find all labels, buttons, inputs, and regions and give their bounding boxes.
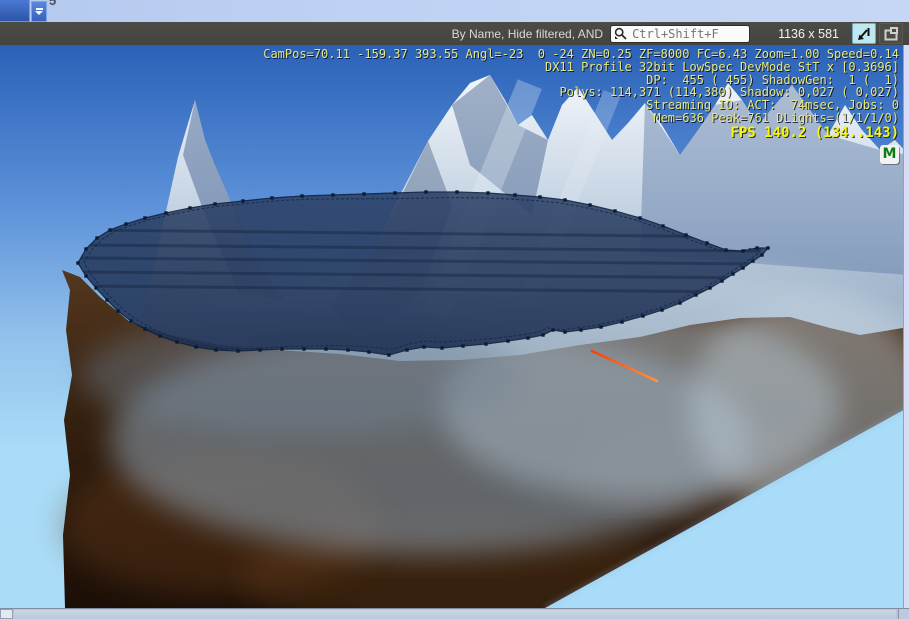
viewport-3d-scene[interactable] <box>0 45 909 608</box>
maximize-viewport-button[interactable] <box>852 23 876 44</box>
toolbar-overflow-button[interactable] <box>31 1 47 22</box>
search-input[interactable] <box>630 25 747 42</box>
top-strip: 5 <box>0 0 909 22</box>
viewport-resolution: 1136 x 581 <box>778 26 839 41</box>
search-icon <box>614 27 627 40</box>
toolbar-fragment <box>0 0 30 22</box>
scrollbar-corner <box>898 609 909 619</box>
scrollbar-thumb[interactable] <box>14 610 896 619</box>
horizontal-scrollbar[interactable] <box>0 608 909 619</box>
editor-window: 5 By Name, Hide filtered, AND 1136 x 581 <box>0 0 909 619</box>
restore-window-icon <box>884 26 898 40</box>
vertical-scrollbar[interactable] <box>903 45 909 608</box>
search-box[interactable] <box>610 24 751 43</box>
viewport-toolbar: By Name, Hide filtered, AND 1136 x 581 <box>0 22 909 45</box>
filter-settings-label[interactable]: By Name, Hide filtered, AND <box>452 27 603 41</box>
chevron-down-icon <box>35 11 43 15</box>
corner-arrow-icon <box>858 27 870 40</box>
partial-label: 5 <box>49 0 57 8</box>
scrollbar-left-button[interactable] <box>0 609 13 619</box>
overflow-bar-icon <box>35 8 43 10</box>
restore-layout-button[interactable] <box>879 23 903 44</box>
